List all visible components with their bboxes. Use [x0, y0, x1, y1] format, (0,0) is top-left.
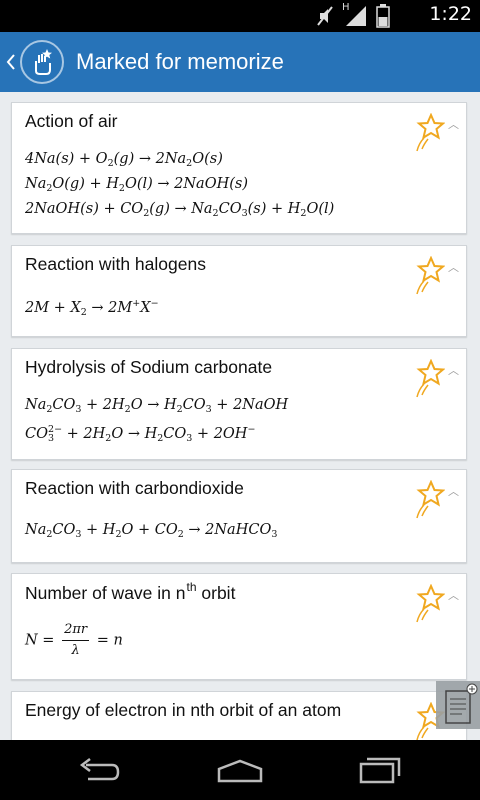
star-icon[interactable] [415, 113, 445, 153]
star-icon[interactable] [415, 256, 445, 296]
formula-line: 2NaOH(s) + CO2(g) → Na2CO3(s) + H2O(l) [25, 201, 335, 219]
chevron-up-icon[interactable]: ︿ [448, 483, 459, 499]
formula-line: 2M + X2 → 2M+X− [25, 298, 159, 318]
card-hydrolysis-sodium-carbonate[interactable]: Hydrolysis of Sodium carbonate ︿ Na2CO3 … [11, 348, 467, 460]
card-number-of-wave[interactable]: Number of wave in nth orbit ︿ N = 2πr λ =… [11, 573, 467, 680]
formula-line: Na2CO3 + H2O + CO2 → 2NaHCO3 [25, 522, 278, 540]
status-time: 1:22 [429, 3, 472, 25]
card-reaction-with-halogens[interactable]: Reaction with halogens ︿ 2M + X2 → 2M+X− [11, 245, 467, 337]
card-energy-of-electron[interactable]: Energy of electron in nth orbit of an at… [11, 691, 467, 740]
app-logo-icon[interactable] [20, 40, 64, 84]
card-title: Reaction with carbondioxide [25, 478, 244, 498]
page-title: Marked for memorize [76, 49, 284, 74]
star-icon[interactable] [415, 584, 445, 624]
back-nav-icon [79, 758, 120, 781]
back-icon[interactable] [4, 32, 18, 92]
card-action-of-air[interactable]: Action of air ︿ 4Na(s) + O2(g) → 2Na2O(s… [11, 102, 467, 234]
card-title: Hydrolysis of Sodium carbonate [25, 357, 273, 377]
card-title-sup: th [186, 580, 197, 594]
chevron-up-icon[interactable]: ︿ [448, 587, 459, 603]
note-add-icon [445, 683, 478, 724]
note-add-button[interactable] [436, 681, 480, 729]
back-nav-button[interactable] [70, 752, 130, 788]
card-title-main: Number of wave in n [25, 583, 186, 603]
home-nav-icon [217, 759, 263, 783]
formula-block: N = 2πr λ = n [25, 620, 123, 661]
formula-block: Na2CO3 + 2H2O → H2CO3 + 2NaOH CO32− + 2H… [25, 395, 288, 449]
star-icon[interactable] [415, 480, 445, 520]
card-title: Action of air [25, 111, 118, 131]
star-icon[interactable] [415, 359, 445, 399]
recents-nav-icon [359, 757, 401, 784]
card-list: Action of air ︿ 4Na(s) + O2(g) → 2Na2O(s… [0, 92, 480, 740]
chevron-up-icon[interactable]: ︿ [448, 116, 459, 132]
action-bar: Marked for memorize [0, 32, 480, 92]
card-title: Energy of electron in nth orbit of an at… [25, 700, 342, 720]
mute-icon [317, 6, 333, 26]
navigation-bar [0, 740, 480, 800]
formula-block: Na2CO3 + H2O + CO2 → 2NaHCO3 [25, 520, 277, 545]
formula-block: 2M + X2 → 2M+X− [25, 294, 159, 323]
fraction: 2πr λ [62, 622, 90, 658]
formula-line: N = 2πr λ = n [25, 620, 123, 661]
formula-line: Na2CO3 + 2H2O → H2CO3 + 2NaOH [25, 397, 289, 415]
status-icons: H [316, 2, 390, 28]
formula-block: 4Na(s) + O2(g) → 2Na2O(s) Na2O(g) + H2O(… [25, 149, 334, 224]
recents-nav-button[interactable] [350, 752, 410, 788]
card-title-end: orbit [201, 583, 236, 603]
formula-line: 4Na(s) + O2(g) → 2Na2O(s) [25, 151, 223, 169]
chevron-up-icon[interactable]: ︿ [448, 362, 459, 378]
formula-line: CO32− + 2H2O → H2CO3 + 2OH− [25, 424, 256, 444]
status-bar: H 1:22 [0, 0, 480, 32]
chevron-up-icon[interactable]: ︿ [448, 259, 459, 275]
formula-line: Na2O(g) + H2O(l) → 2NaOH(s) [25, 176, 248, 194]
card-title: Reaction with halogens [25, 254, 206, 274]
card-reaction-with-carbondioxide[interactable]: Reaction with carbondioxide ︿ Na2CO3 + H… [11, 469, 467, 563]
card-title: Number of wave in nth orbit [25, 580, 235, 604]
battery-icon [376, 4, 390, 28]
signal-icon: H [342, 2, 368, 28]
home-nav-button[interactable] [210, 752, 270, 788]
